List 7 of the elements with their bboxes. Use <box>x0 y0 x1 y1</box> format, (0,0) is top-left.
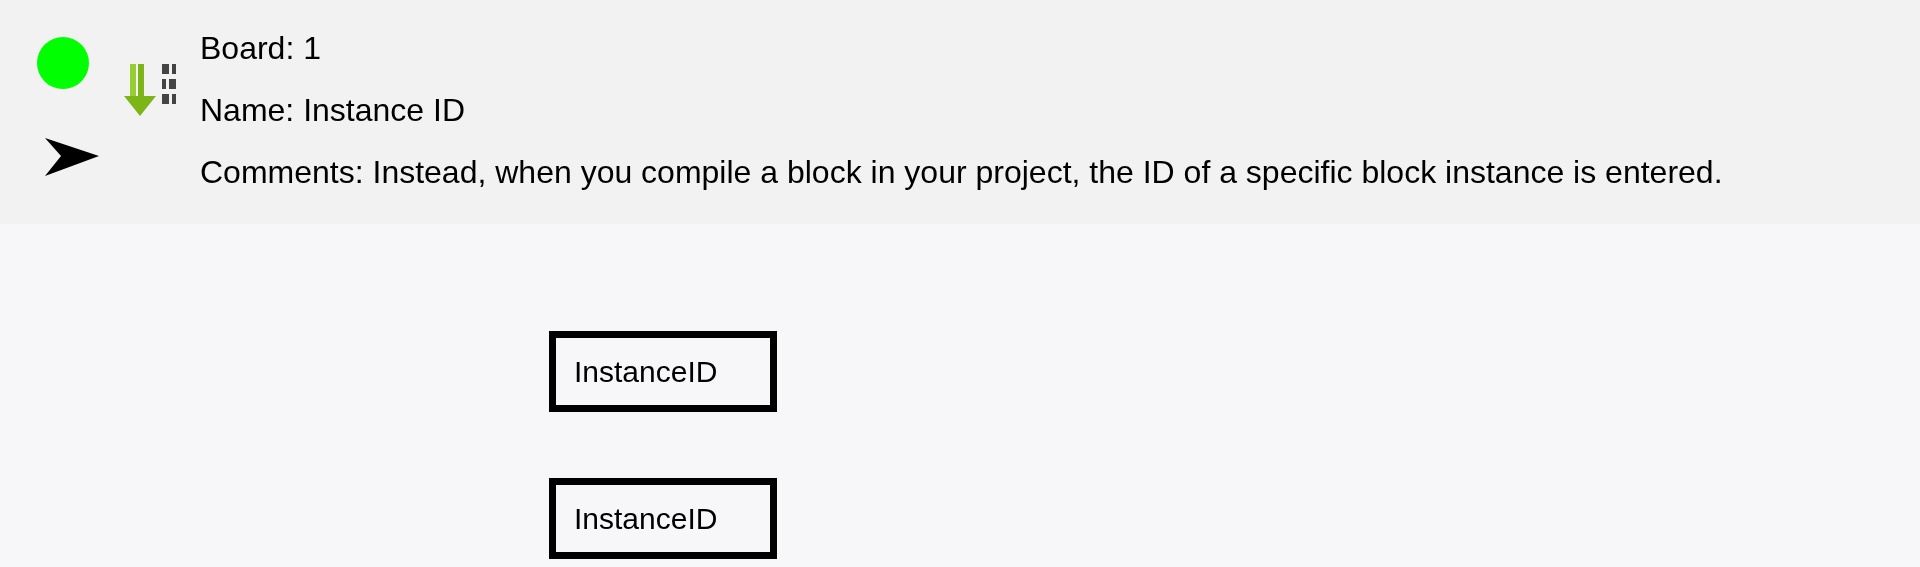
info-text: Name: Instance ID <box>200 92 466 129</box>
arrow-icon <box>45 138 99 176</box>
block-node: InstanceID <box>549 478 777 559</box>
status-dot-icon <box>37 37 89 89</box>
block-node: InstanceID <box>549 331 777 412</box>
info-text: Comments: Instead, when you compile a block in your project, the ID of a specific block instance is entered. <box>200 154 1723 191</box>
info-text: Board: 1 <box>200 30 322 67</box>
